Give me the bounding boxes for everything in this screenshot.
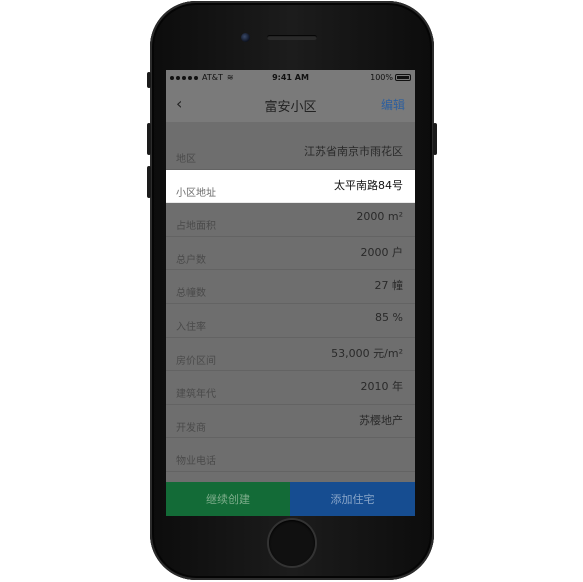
row-value: 太平南路84号 [334, 178, 403, 192]
status-bar: AT&T ≋ 9:41 AM 100% [166, 70, 415, 86]
row-value: 2000 户 [360, 245, 404, 259]
row-label: 小区地址 [176, 187, 216, 199]
home-button[interactable] [269, 520, 315, 566]
row-label: 开发商 [176, 422, 206, 434]
power-button [433, 123, 437, 155]
detail-list: 地区 江苏省南京市雨花区 小区地址 太平南路84号 占地面积 2000 m² 总… [166, 136, 415, 472]
volume-up-button [147, 123, 151, 155]
row-value: 27 幢 [374, 279, 404, 293]
detail-row-area: 占地面积 2000 m² [166, 203, 415, 237]
page-title: 富安小区 [264, 100, 317, 115]
edit-button[interactable]: 编辑 [381, 96, 405, 113]
mute-switch [147, 72, 151, 88]
row-label: 总户数 [176, 254, 206, 266]
detail-row-households: 总户数 2000 户 [166, 237, 415, 271]
bottom-action-bar: 继续创建 添加住宅 [166, 482, 415, 516]
row-label: 地区 [176, 154, 196, 165]
battery-group: 100% [370, 73, 411, 82]
detail-row-address[interactable]: 小区地址 太平南路84号 [166, 169, 415, 204]
detail-row-occupancy: 入住率 85 % [166, 304, 415, 338]
battery-percent: 100% [370, 73, 393, 82]
row-label: 占地面积 [176, 221, 216, 233]
row-value: 85 % [375, 310, 403, 324]
row-value: 53,000 元/m² [331, 346, 403, 360]
navigation-bar: ‹ 富安小区 编辑 [166, 86, 415, 122]
battery-icon [395, 74, 411, 81]
row-label: 建筑年代 [176, 389, 216, 401]
detail-row-developer: 开发商 苏樱地产 [166, 405, 415, 439]
continue-create-button[interactable]: 继续创建 [166, 482, 290, 516]
detail-row-price-range: 房价区间 53,000 元/m² [166, 338, 415, 372]
row-value: 2000 m² [356, 210, 403, 224]
row-label: 物业电话 [176, 456, 216, 468]
row-label: 房价区间 [176, 355, 216, 367]
row-label: 总幢数 [176, 288, 206, 300]
detail-row-region: 地区 江苏省南京市雨花区 [166, 136, 415, 170]
earpiece-speaker [267, 35, 317, 40]
row-value: 2010 年 [360, 380, 404, 394]
volume-down-button [147, 166, 151, 198]
front-camera [241, 33, 250, 42]
row-label: 入住率 [176, 321, 206, 333]
detail-row-buildings: 总幢数 27 幢 [166, 270, 415, 304]
add-residence-button[interactable]: 添加住宅 [290, 482, 415, 516]
row-value: 苏樱地产 [359, 413, 403, 427]
detail-row-property-phone: 物业电话 [166, 438, 415, 472]
app-screen: AT&T ≋ 9:41 AM 100% ‹ 富安小区 编辑 地区 江苏省南京市雨… [166, 70, 415, 516]
detail-row-build-year: 建筑年代 2010 年 [166, 371, 415, 405]
row-value: 江苏省南京市雨花区 [304, 145, 403, 158]
